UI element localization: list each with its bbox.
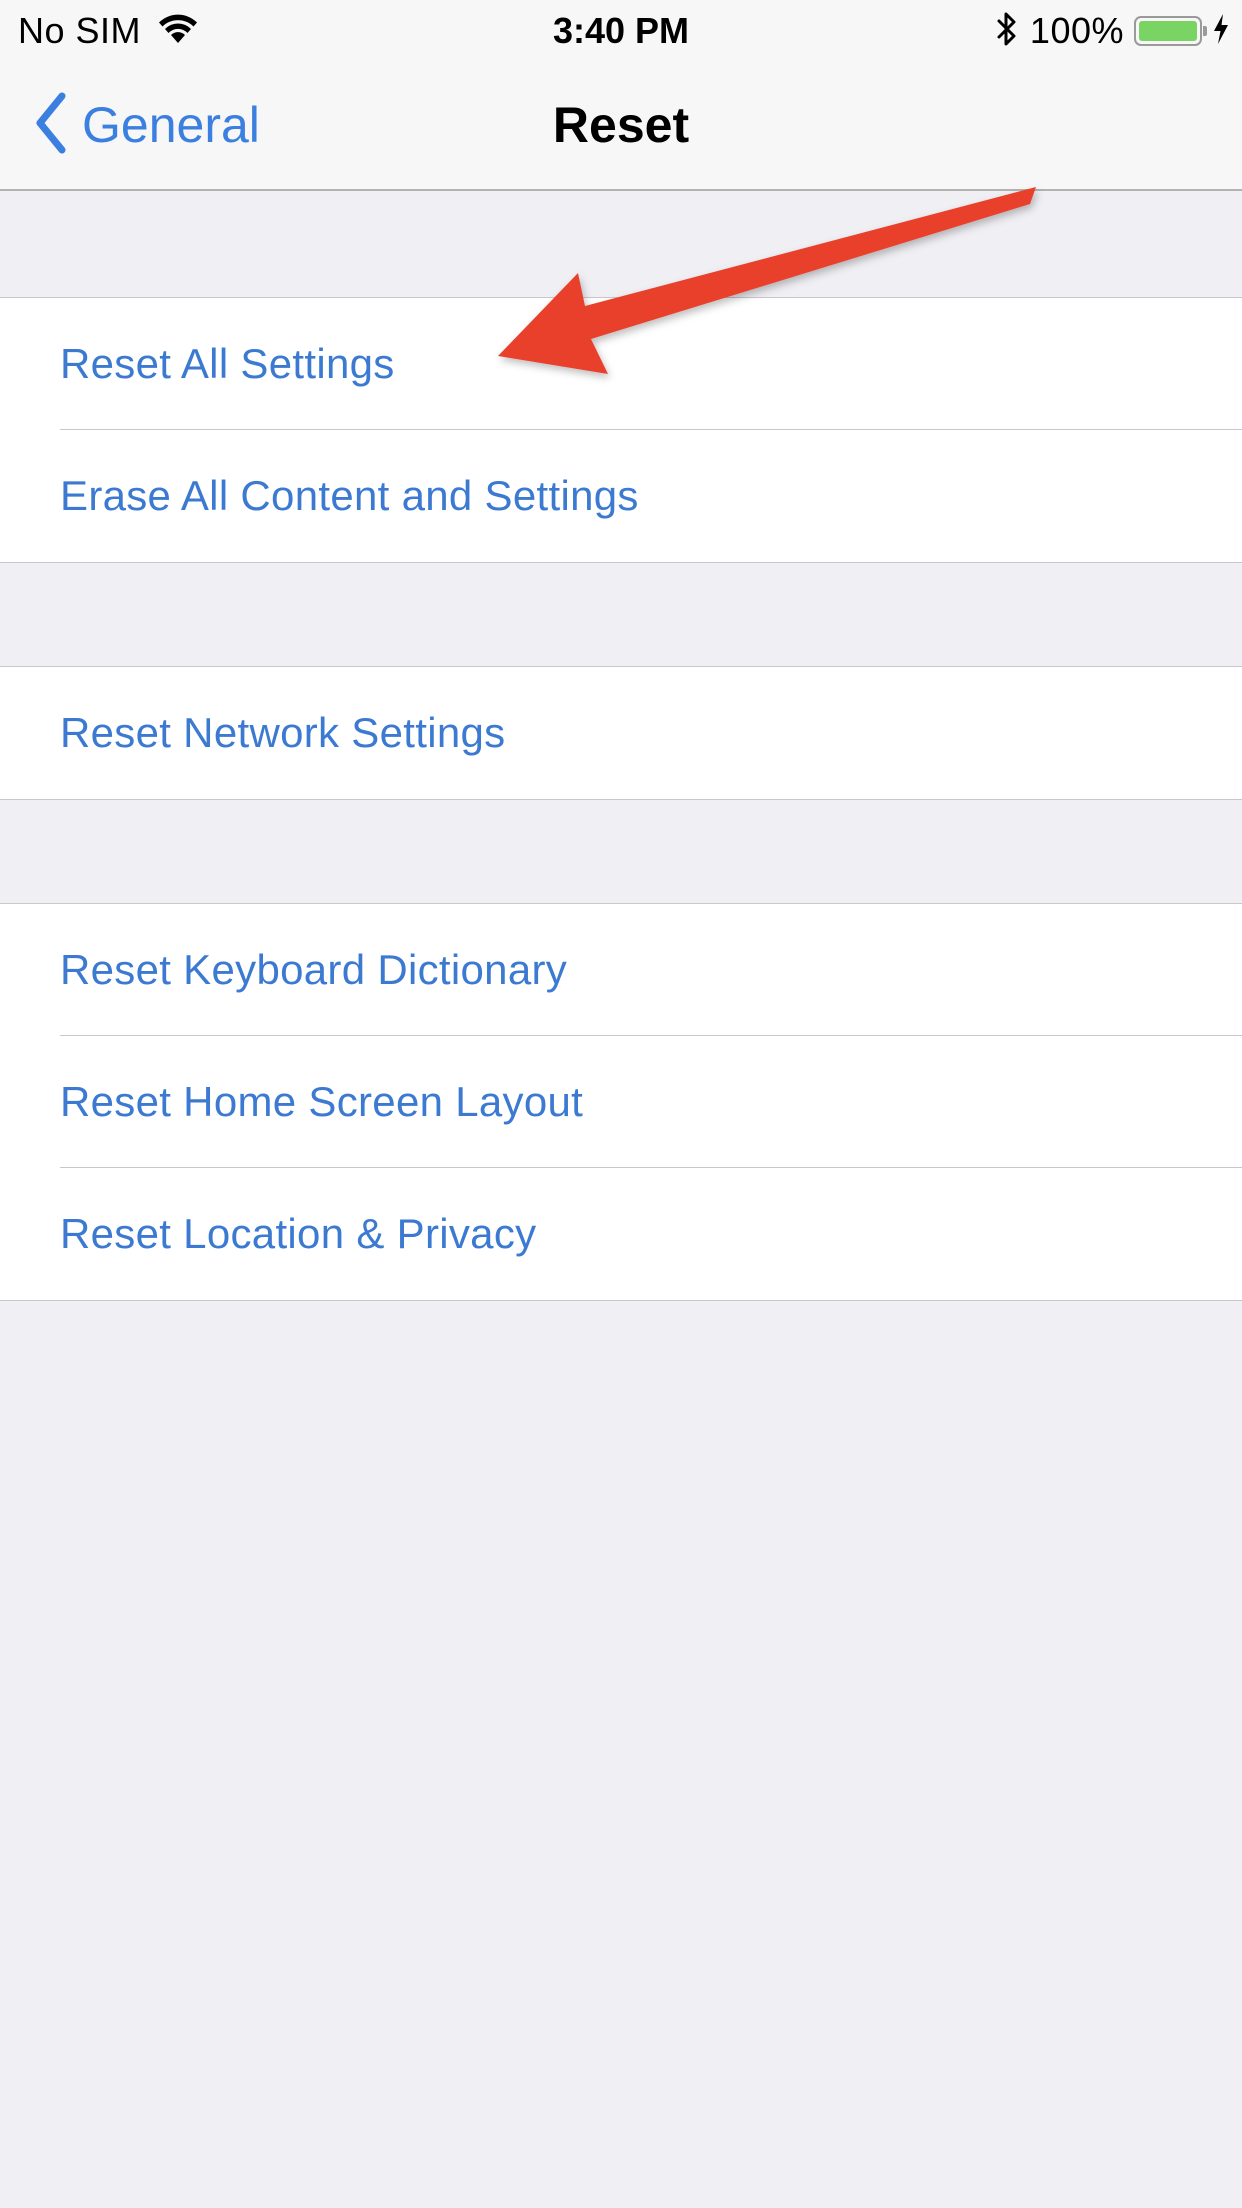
reset-location-privacy-label: Reset Location & Privacy: [60, 1210, 537, 1257]
status-bar: No SIM 3:40 PM 100%: [0, 0, 1242, 62]
reset-location-privacy-row[interactable]: Reset Location & Privacy: [0, 1168, 1242, 1300]
settings-group-network: Reset Network Settings: [0, 666, 1242, 800]
reset-keyboard-dictionary-row[interactable]: Reset Keyboard Dictionary: [0, 904, 1242, 1036]
battery-fill: [1139, 21, 1197, 41]
reset-all-settings-label: Reset All Settings: [60, 340, 395, 387]
page-title: Reset: [552, 97, 690, 153]
status-right: 100%: [994, 8, 1230, 54]
battery-cap: [1203, 26, 1207, 36]
battery-icon: [1134, 16, 1207, 46]
reset-network-settings-label: Reset Network Settings: [60, 709, 506, 756]
reset-all-settings-row[interactable]: Reset All Settings: [0, 298, 1242, 430]
reset-home-screen-layout-row[interactable]: Reset Home Screen Layout: [0, 1036, 1242, 1168]
charging-bolt-icon: [1212, 13, 1230, 50]
battery-percent: 100%: [1029, 10, 1124, 51]
reset-keyboard-dictionary-label: Reset Keyboard Dictionary: [60, 946, 568, 993]
settings-group-reset-erase: Reset All Settings Erase All Content and…: [0, 297, 1242, 563]
erase-all-content-label: Erase All Content and Settings: [60, 472, 639, 519]
reset-network-settings-row[interactable]: Reset Network Settings: [0, 667, 1242, 799]
navigation-bar: General Reset: [0, 62, 1242, 191]
erase-all-content-row[interactable]: Erase All Content and Settings: [0, 430, 1242, 562]
reset-home-screen-layout-label: Reset Home Screen Layout: [60, 1078, 584, 1125]
settings-group-other-resets: Reset Keyboard Dictionary Reset Home Scr…: [0, 903, 1242, 1301]
bluetooth-icon: [994, 11, 1020, 52]
